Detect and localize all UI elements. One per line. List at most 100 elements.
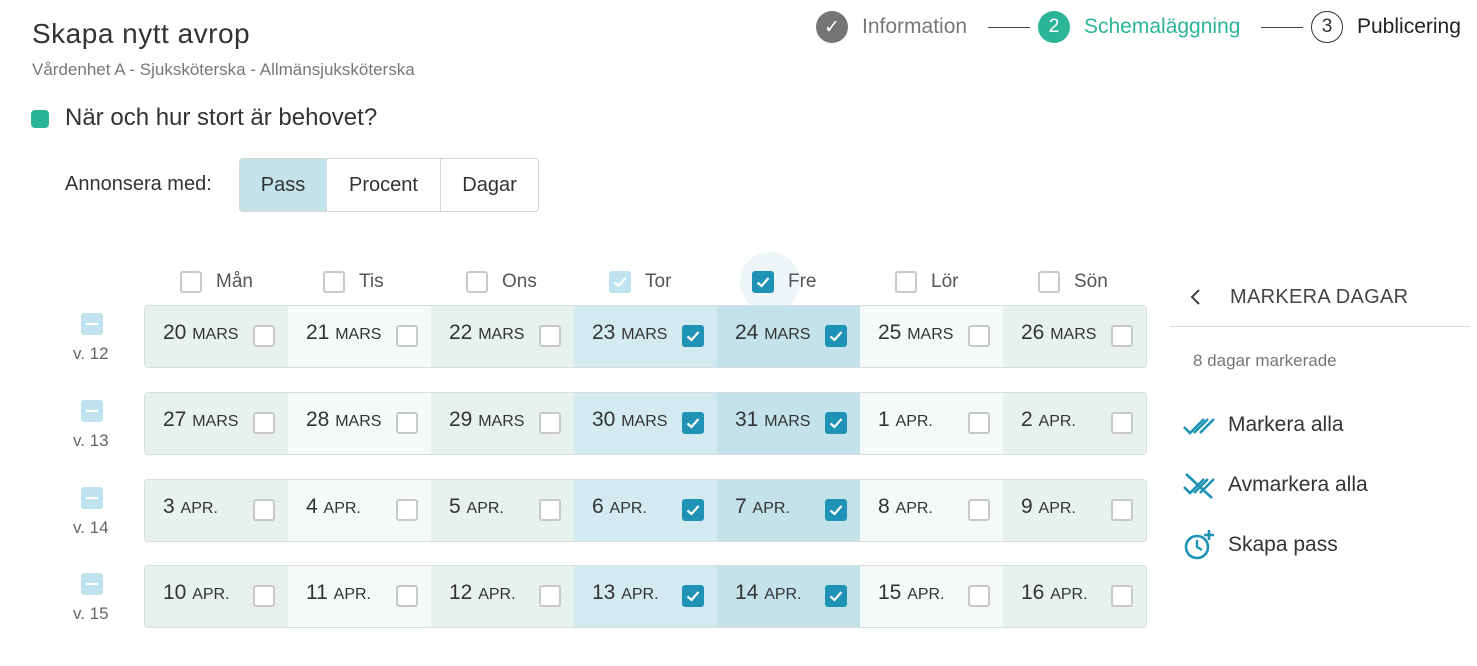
- day-cell[interactable]: 3 APR.: [145, 480, 288, 541]
- day-cell[interactable]: 4 APR.: [288, 480, 431, 541]
- day-checkbox[interactable]: [1111, 585, 1133, 607]
- day-checkbox[interactable]: [396, 412, 418, 434]
- day-cell[interactable]: 9 APR.: [1003, 480, 1146, 541]
- day-cell[interactable]: 5 APR.: [431, 480, 574, 541]
- day-month: APR.: [323, 500, 361, 517]
- day-checkbox[interactable]: [1111, 325, 1133, 347]
- day-checkbox[interactable]: [253, 585, 275, 607]
- announce-option-pass[interactable]: Pass: [240, 159, 327, 211]
- day-checkbox[interactable]: [253, 325, 275, 347]
- day-checkbox[interactable]: [968, 325, 990, 347]
- day-checkbox[interactable]: [539, 325, 561, 347]
- day-cell[interactable]: 2 APR.: [1003, 393, 1146, 454]
- day-cell[interactable]: 21 MARS: [288, 306, 431, 367]
- day-cell[interactable]: 23 MARS: [574, 306, 717, 367]
- day-cell[interactable]: 14 APR.: [717, 566, 860, 627]
- day-cell[interactable]: 11 APR.: [288, 566, 431, 627]
- day-checkbox[interactable]: [253, 412, 275, 434]
- day-cell[interactable]: 13 APR.: [574, 566, 717, 627]
- day-number: 25: [878, 321, 902, 344]
- day-cell[interactable]: 12 APR.: [431, 566, 574, 627]
- weekday-checkbox[interactable]: [180, 271, 202, 293]
- day-cell[interactable]: 24 MARS: [717, 306, 860, 367]
- weekday-toggle[interactable]: Lör: [895, 270, 958, 294]
- day-cell[interactable]: 16 APR.: [1003, 566, 1146, 627]
- weekday-toggle[interactable]: Mån: [180, 270, 253, 294]
- weekday-toggle[interactable]: Sön: [1038, 270, 1108, 294]
- day-checkbox[interactable]: [825, 325, 847, 347]
- day-number: 31: [735, 408, 759, 431]
- announce-option-dagar[interactable]: Dagar: [441, 159, 538, 211]
- day-checkbox[interactable]: [825, 585, 847, 607]
- day-checkbox[interactable]: [539, 585, 561, 607]
- step-label: Information: [862, 15, 968, 38]
- week-collapse-button[interactable]: [81, 400, 103, 422]
- day-checkbox[interactable]: [825, 499, 847, 521]
- weekday-toggle[interactable]: Tor: [609, 270, 671, 294]
- day-checkbox[interactable]: [253, 499, 275, 521]
- day-cell[interactable]: 1 APR.: [860, 393, 1003, 454]
- day-date: 28 MARS: [306, 408, 381, 432]
- day-date: 13 APR.: [592, 581, 659, 605]
- day-checkbox[interactable]: [682, 412, 704, 434]
- day-checkbox[interactable]: [1111, 499, 1133, 521]
- day-month: APR.: [1038, 413, 1076, 430]
- day-cell[interactable]: 8 APR.: [860, 480, 1003, 541]
- weekday-checkbox[interactable]: [609, 271, 631, 293]
- day-checkbox[interactable]: [539, 499, 561, 521]
- day-number: 20: [163, 321, 187, 344]
- weekday-toggle[interactable]: Tis: [323, 270, 384, 294]
- day-checkbox[interactable]: [968, 499, 990, 521]
- create-shift-button[interactable]: Skapa pass: [1182, 528, 1338, 562]
- step-information[interactable]: ✓ Information: [816, 10, 967, 44]
- day-checkbox[interactable]: [682, 585, 704, 607]
- day-checkbox[interactable]: [396, 585, 418, 607]
- day-cell[interactable]: 25 MARS: [860, 306, 1003, 367]
- weekday-toggle[interactable]: Ons: [466, 270, 537, 294]
- step-publicering[interactable]: 3 Publicering: [1311, 10, 1461, 44]
- weekday-checkbox[interactable]: [752, 271, 774, 293]
- week-collapse-button[interactable]: [81, 487, 103, 509]
- weekday-toggle[interactable]: Fre: [752, 270, 817, 294]
- day-cell[interactable]: 29 MARS: [431, 393, 574, 454]
- day-month: MARS: [478, 326, 525, 343]
- weekday-checkbox[interactable]: [323, 271, 345, 293]
- deselect-all-button[interactable]: Avmarkera alla: [1182, 468, 1368, 502]
- step-schemalaggning[interactable]: 2 Schemaläggning: [1038, 10, 1240, 44]
- day-checkbox[interactable]: [968, 412, 990, 434]
- back-chevron-icon[interactable]: [1186, 287, 1206, 312]
- day-number: 24: [735, 321, 759, 344]
- day-checkbox[interactable]: [682, 325, 704, 347]
- day-date: 15 APR.: [878, 581, 945, 605]
- day-date: 9 APR.: [1021, 495, 1076, 519]
- day-cell[interactable]: 31 MARS: [717, 393, 860, 454]
- week-collapse-button[interactable]: [81, 573, 103, 595]
- day-cell[interactable]: 30 MARS: [574, 393, 717, 454]
- day-checkbox[interactable]: [968, 585, 990, 607]
- day-cell[interactable]: 10 APR.: [145, 566, 288, 627]
- day-checkbox[interactable]: [682, 499, 704, 521]
- day-checkbox[interactable]: [396, 325, 418, 347]
- day-checkbox[interactable]: [1111, 412, 1133, 434]
- weekday-checkbox[interactable]: [895, 271, 917, 293]
- day-number: 30: [592, 408, 616, 431]
- day-cell[interactable]: 26 MARS: [1003, 306, 1146, 367]
- day-checkbox[interactable]: [825, 412, 847, 434]
- day-cell[interactable]: 15 APR.: [860, 566, 1003, 627]
- select-all-button[interactable]: Markera alla: [1182, 408, 1344, 442]
- day-number: 10: [163, 581, 187, 604]
- weekday-checkbox[interactable]: [466, 271, 488, 293]
- day-checkbox[interactable]: [396, 499, 418, 521]
- day-cell[interactable]: 22 MARS: [431, 306, 574, 367]
- weekday-checkbox[interactable]: [1038, 271, 1060, 293]
- announce-option-procent[interactable]: Procent: [327, 159, 441, 211]
- day-cell[interactable]: 6 APR.: [574, 480, 717, 541]
- day-cell[interactable]: 28 MARS: [288, 393, 431, 454]
- day-number: 9: [1021, 495, 1033, 518]
- day-cell[interactable]: 20 MARS: [145, 306, 288, 367]
- day-cell[interactable]: 7 APR.: [717, 480, 860, 541]
- day-checkbox[interactable]: [539, 412, 561, 434]
- day-cell[interactable]: 27 MARS: [145, 393, 288, 454]
- announce-label: Annonsera med:: [65, 173, 212, 195]
- week-collapse-button[interactable]: [81, 313, 103, 335]
